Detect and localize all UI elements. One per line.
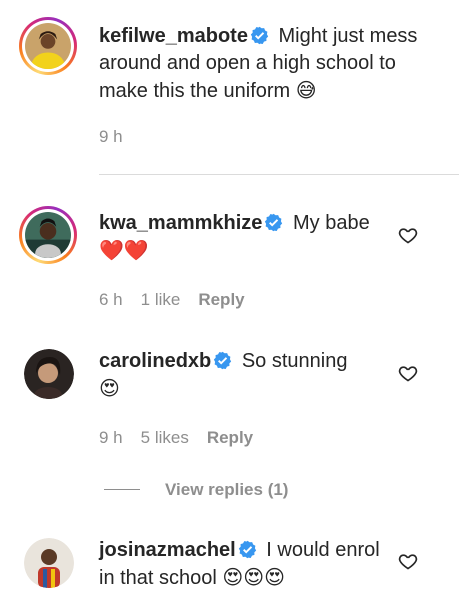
- divider: [99, 174, 459, 175]
- avatar-image: [25, 23, 71, 69]
- comments-thread: kefilwe_mabote Might just mess around an…: [0, 0, 471, 595]
- view-replies-button[interactable]: View replies (1): [165, 480, 288, 500]
- verified-badge-icon: [214, 351, 232, 370]
- comment-text: So stunning: [236, 350, 348, 372]
- comment-body: kefilwe_mabote Might just mess around an…: [99, 23, 439, 105]
- comment-time: 9 h: [99, 127, 123, 146]
- reply-button[interactable]: Reply: [198, 290, 244, 309]
- comment-emoji: ❤️❤️: [99, 238, 149, 262]
- like-heart-icon[interactable]: [398, 225, 418, 245]
- like-count[interactable]: 1 like: [141, 290, 181, 309]
- verified-badge-icon: [250, 26, 269, 45]
- comment-time: 9 h: [99, 428, 123, 447]
- comment-meta: 9 h: [99, 127, 141, 147]
- comment-emoji: 😅: [295, 78, 317, 102]
- like-count[interactable]: 5 likes: [141, 428, 189, 447]
- comment-body: carolinedxb So stunning 😍: [99, 348, 389, 403]
- verified-badge-icon: [265, 213, 283, 232]
- username[interactable]: kwa_mammkhize: [99, 212, 262, 234]
- avatar[interactable]: [24, 349, 74, 399]
- verified-badge-icon: [238, 540, 256, 559]
- avatar-image: [25, 212, 71, 258]
- comment-body: josinazmachel I would enrol in that scho…: [99, 537, 389, 592]
- username[interactable]: josinazmachel: [99, 539, 236, 561]
- avatar[interactable]: [24, 538, 74, 588]
- avatar[interactable]: [19, 17, 77, 75]
- like-heart-icon[interactable]: [398, 363, 418, 383]
- comment-emoji: 😍: [99, 376, 120, 400]
- like-heart-icon[interactable]: [398, 551, 418, 571]
- comment-meta: 9 h 5 likes Reply: [99, 428, 271, 448]
- avatar[interactable]: [19, 206, 77, 264]
- comment-body: kwa_mammkhize My babe ❤️❤️: [99, 210, 389, 265]
- comment-emoji: 😍😍😍: [222, 565, 285, 589]
- comment-meta: 6 h 1 like Reply: [99, 290, 263, 310]
- username[interactable]: kefilwe_mabote: [99, 25, 248, 47]
- comment-time: 6 h: [99, 290, 123, 309]
- reply-button[interactable]: Reply: [207, 428, 253, 447]
- avatar-image: [24, 538, 74, 588]
- avatar-image: [24, 349, 74, 399]
- comment-text: My babe: [287, 212, 370, 234]
- view-replies-line: [104, 489, 140, 490]
- username[interactable]: carolinedxb: [99, 350, 211, 372]
